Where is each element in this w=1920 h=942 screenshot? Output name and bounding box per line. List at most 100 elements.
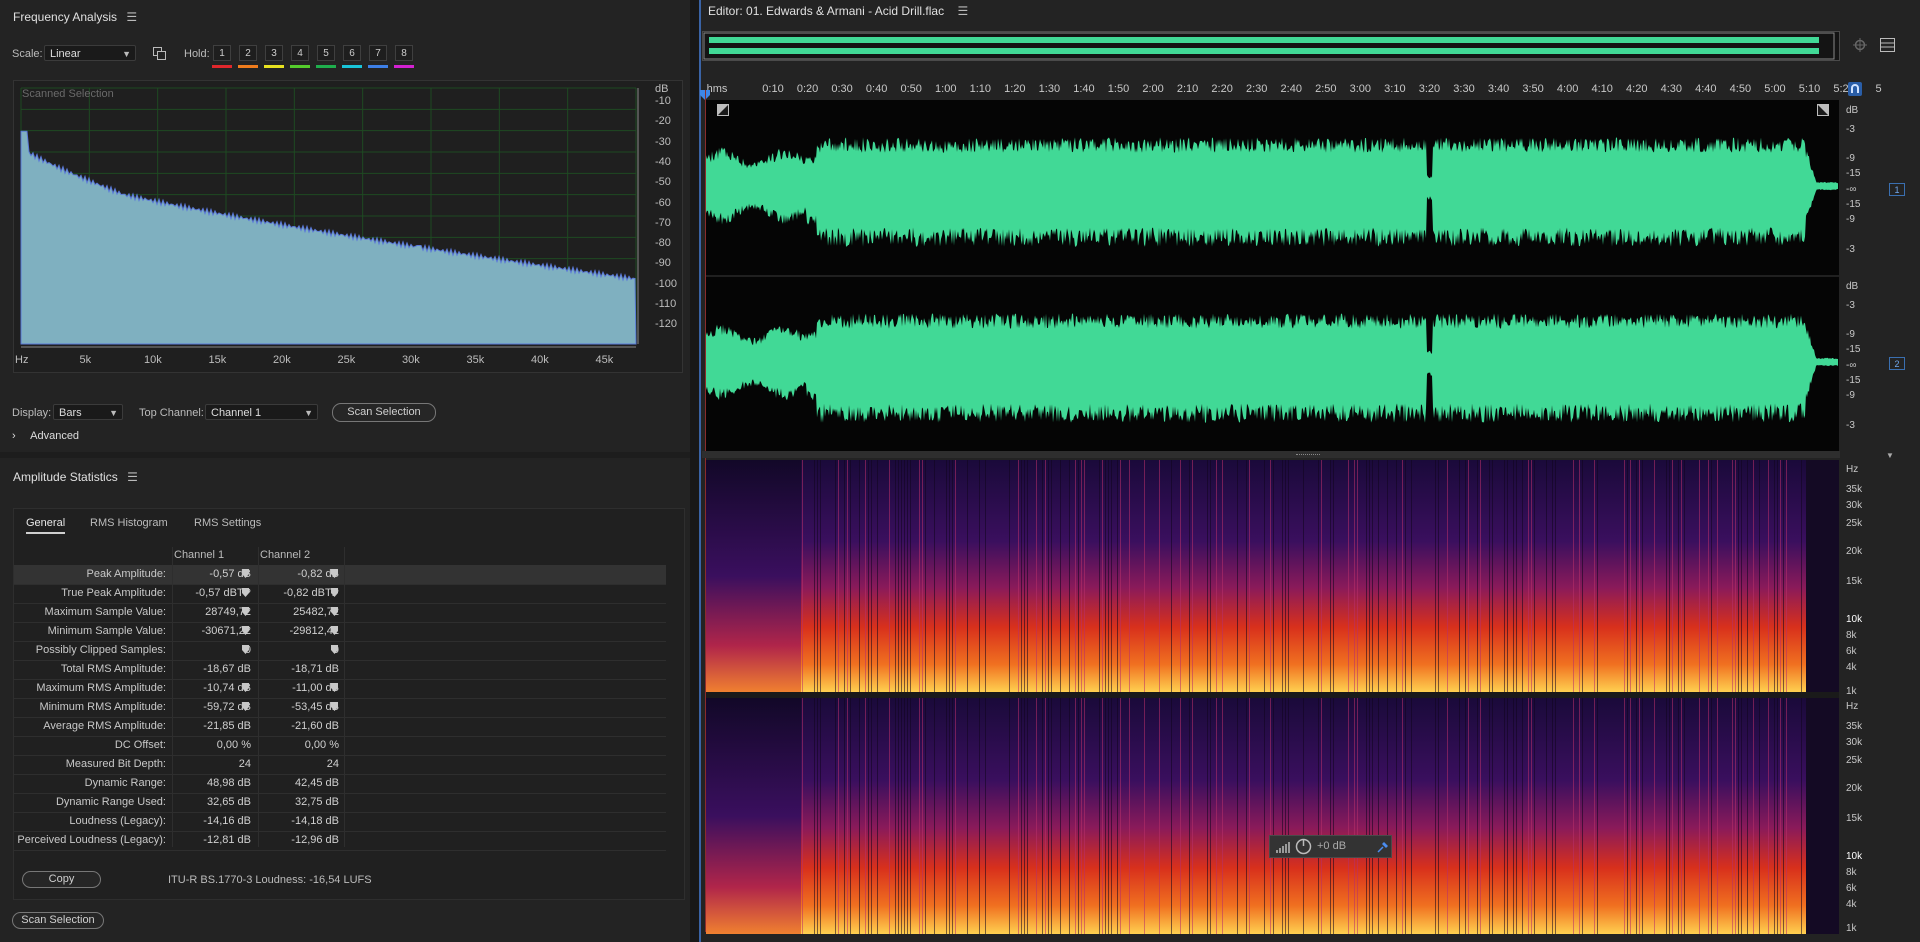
- spectral-transient: [925, 460, 926, 692]
- spectral-transient: [934, 698, 935, 934]
- overview-strip[interactable]: [702, 31, 1840, 61]
- copy-button[interactable]: Copy: [22, 871, 101, 888]
- hud-volume[interactable]: +0 dB: [1269, 835, 1392, 858]
- db-tick-label: -10: [655, 95, 671, 107]
- spectrum-plot: [20, 87, 639, 348]
- level-meter-icon: [1276, 841, 1290, 853]
- spectral-transient: [1027, 460, 1028, 692]
- spectral-transient: [1216, 698, 1217, 934]
- stats-row[interactable]: Maximum RMS Amplitude: -10,74 dB -11,00 dB: [14, 679, 666, 699]
- copy-icon[interactable]: [153, 47, 166, 60]
- stats-row[interactable]: Minimum RMS Amplitude: -59,72 dB -53,45 dB: [14, 698, 666, 718]
- stats-row[interactable]: Minimum Sample Value: -30671,22 -29812,41: [14, 622, 666, 642]
- db-scale-label: -15: [1846, 344, 1861, 355]
- timeline-ruler[interactable]: hms 0:10 0:20 0:30 0:40 0:50 1:00 1:10 1:20 1:30 1…: [702, 78, 1882, 100]
- spectral-transient: [1102, 460, 1103, 692]
- channel-enable-button-1[interactable]: 1: [1889, 183, 1905, 196]
- stats-row[interactable]: Peak Amplitude: -0,57 dB -0,82 dB: [14, 565, 666, 585]
- snap-icon[interactable]: [1848, 82, 1862, 96]
- time-label: 5: [1875, 83, 1882, 95]
- hold-button-3[interactable]: 3: [265, 45, 283, 61]
- spectral-transient: [1465, 460, 1466, 692]
- scan-selection-button[interactable]: Scan Selection: [332, 403, 436, 422]
- spectral-transient: [1411, 698, 1412, 934]
- panel-divider[interactable]: [690, 0, 699, 942]
- spectral-transient: [1465, 698, 1466, 934]
- stat-value-channel-1: 48,98 dB: [206, 777, 251, 789]
- hz-tick-label: 30k: [402, 354, 420, 366]
- fade-out-handle-icon[interactable]: [1817, 104, 1829, 116]
- stat-value-channel-1: -30671,22: [201, 625, 251, 637]
- tab-rms-histogram[interactable]: RMS Histogram: [90, 517, 168, 529]
- top-channel-dropdown[interactable]: Channel 1 ▼: [205, 404, 318, 420]
- stats-row[interactable]: Measured Bit Depth: 24 24: [14, 755, 666, 775]
- view-options-icon[interactable]: [1880, 38, 1895, 52]
- spectral-transient: [1027, 698, 1028, 934]
- chevron-right-icon: ›: [12, 430, 16, 442]
- db-scale-label: -15: [1846, 199, 1861, 210]
- waveform-area[interactable]: [706, 100, 1839, 451]
- stats-row[interactable]: Dynamic Range Used: 32,65 dB 32,75 dB: [14, 793, 666, 813]
- tab-rms-settings[interactable]: RMS Settings: [194, 517, 261, 529]
- spectral-transient: [1753, 460, 1754, 692]
- overview-channel: [709, 48, 1819, 54]
- view-splitter[interactable]: [702, 451, 1840, 458]
- spectral-transient: [820, 460, 821, 692]
- zoom-selection-icon[interactable]: [1853, 38, 1867, 52]
- plot-caption: Scanned Selection: [22, 88, 114, 100]
- display-dropdown-value: Bars: [59, 407, 82, 419]
- stats-row[interactable]: DC Offset: 0,00 % 0,00 %: [14, 736, 666, 756]
- spectral-transient: [1303, 460, 1304, 692]
- spectral-transient: [1684, 698, 1685, 934]
- hold-button-1[interactable]: 1: [213, 45, 231, 61]
- stats-frame: General RMS Histogram RMS Settings Chann…: [13, 508, 685, 900]
- stats-row[interactable]: Dynamic Range: 48,98 dB 42,45 dB: [14, 774, 666, 794]
- stat-label: Total RMS Amplitude:: [60, 663, 166, 675]
- volume-knob-icon[interactable]: [1295, 838, 1312, 855]
- scale-dropdown[interactable]: Linear ▼: [44, 45, 136, 61]
- column-header-channel-2: Channel 2: [260, 549, 311, 561]
- hold-button-5[interactable]: 5: [317, 45, 335, 61]
- hz-tick-label: 5k: [79, 354, 92, 366]
- spectral-transient: [1207, 698, 1208, 934]
- collapse-arrow-icon[interactable]: ▼: [1886, 451, 1894, 460]
- scan-selection-button[interactable]: Scan Selection: [12, 912, 104, 929]
- db-scale-label: -9: [1846, 153, 1855, 164]
- spectral-display[interactable]: [706, 460, 1839, 934]
- stats-row[interactable]: Loudness (Legacy): -14,16 dB -14,18 dB: [14, 812, 666, 832]
- panel-menu-icon[interactable]: ☰: [957, 4, 968, 18]
- advanced-expander[interactable]: › Advanced: [12, 430, 79, 442]
- stats-row[interactable]: Perceived Loudness (Legacy): -12,81 dB -12…: [14, 831, 666, 851]
- tab-general[interactable]: General: [26, 517, 66, 534]
- fade-in-handle-icon[interactable]: [717, 104, 729, 116]
- hold-button-6[interactable]: 6: [343, 45, 361, 61]
- spectral-transient: [1630, 698, 1631, 934]
- spectral-transient: [1378, 698, 1379, 934]
- spectral-transient: [1777, 698, 1778, 934]
- spectral-transient: [1045, 460, 1046, 692]
- hold-button-4[interactable]: 4: [291, 45, 309, 61]
- hold-button-2[interactable]: 2: [239, 45, 257, 61]
- stats-row[interactable]: Maximum Sample Value: 28749,72 25482,72: [14, 603, 666, 623]
- display-dropdown[interactable]: Bars ▼: [53, 404, 123, 420]
- spectral-transient: [1246, 698, 1247, 934]
- pin-hud-icon[interactable]: [1377, 841, 1389, 853]
- spectral-transient: [1318, 698, 1319, 934]
- spectral-transient: [1711, 460, 1712, 692]
- stats-row[interactable]: True Peak Amplitude: -0,57 dBTP -0,82 dBTP: [14, 584, 666, 604]
- panel-title-amplitude-statistics: Amplitude Statistics ☰: [13, 470, 138, 484]
- display-label: Display:: [12, 407, 52, 419]
- stats-row[interactable]: Total RMS Amplitude: -18,67 dB -18,71 dB: [14, 660, 666, 680]
- panel-menu-icon[interactable]: ☰: [126, 10, 137, 24]
- hold-button-7[interactable]: 7: [369, 45, 387, 61]
- channel-enable-button-2[interactable]: 2: [1889, 357, 1905, 370]
- panel-menu-icon[interactable]: ☰: [127, 470, 138, 484]
- spectral-transient: [1405, 698, 1406, 934]
- stats-row[interactable]: Average RMS Amplitude: -21,85 dB -21,60 dB: [14, 717, 666, 737]
- stats-row[interactable]: Possibly Clipped Samples:00: [14, 641, 666, 661]
- spectral-transient: [1468, 460, 1469, 692]
- spectral-transient: [877, 698, 878, 934]
- hold-button-8[interactable]: 8: [395, 45, 413, 61]
- spectral-transient: [904, 460, 905, 692]
- spectral-transient: [1747, 460, 1748, 692]
